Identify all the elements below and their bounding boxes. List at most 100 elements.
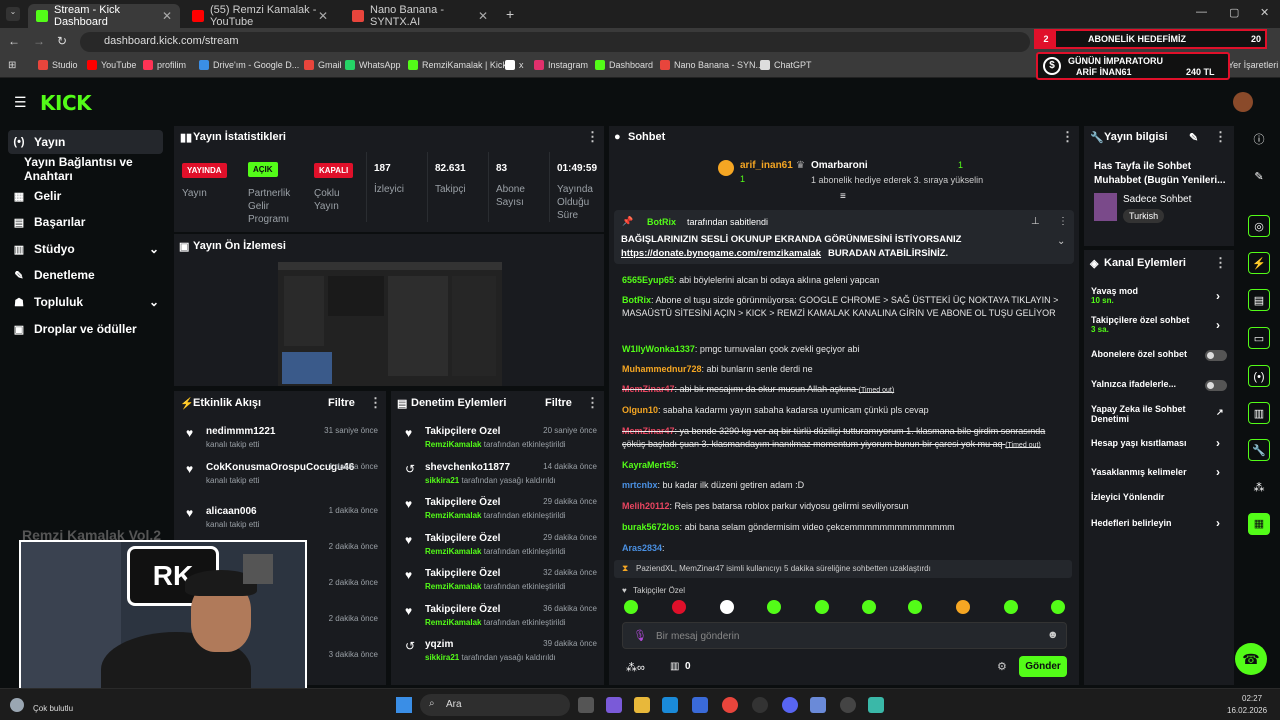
- channel-action-item[interactable]: Yavaş mod 10 sn.: [1091, 286, 1226, 305]
- info-icon[interactable]: ⓘ: [1248, 129, 1270, 151]
- notepad-icon[interactable]: [868, 697, 884, 713]
- pinned-menu-icon[interactable]: ⋮: [1058, 216, 1068, 227]
- bookmark-5[interactable]: WhatsApp: [345, 60, 401, 70]
- extension-tool-icon[interactable]: ▦: [1248, 513, 1270, 535]
- points-tool-icon[interactable]: ⁂: [1248, 477, 1270, 499]
- chat-username[interactable]: Olgun10: [622, 405, 658, 415]
- donate-link[interactable]: https://donate.bynogame.com/remzikamalak: [621, 248, 821, 259]
- channel-points-icon[interactable]: ⁂∞: [626, 661, 645, 674]
- document-tool-icon[interactable]: ▤: [1248, 289, 1270, 311]
- category-name[interactable]: Sadece Sohbet: [1123, 194, 1191, 205]
- moderation-menu-icon[interactable]: ⋮: [586, 395, 599, 411]
- bookmark-7[interactable]: x: [505, 60, 524, 70]
- bookmark-9[interactable]: Dashboard: [595, 60, 653, 70]
- chat-username[interactable]: MemZinar47: [622, 384, 675, 394]
- emote-icon[interactable]: [1004, 600, 1018, 614]
- chat-username[interactable]: burak5672los: [622, 522, 680, 532]
- chat-username[interactable]: Muhammednur728: [622, 364, 702, 374]
- taskbar-search[interactable]: ⌕ Ara: [420, 694, 570, 716]
- channel-actions-menu-icon[interactable]: ⋮: [1214, 255, 1227, 271]
- close-tab-icon[interactable]: ✕: [318, 9, 328, 23]
- bookmark-4[interactable]: Gmail: [304, 60, 342, 70]
- channel-action-item[interactable]: Hedefleri belirleyin: [1091, 518, 1226, 528]
- emote-icon[interactable]: [720, 600, 734, 614]
- tab-syntx[interactable]: Nano Banana - SYNTX.AI ✕: [344, 4, 496, 28]
- stream-preview-video[interactable]: [278, 262, 502, 386]
- wrench-tool-icon[interactable]: 🔧: [1248, 439, 1270, 461]
- sidebar-item-stream-key[interactable]: Yayın Bağlantısı ve Anahtarı: [20, 155, 170, 183]
- chat-username[interactable]: Aras2834: [622, 543, 662, 553]
- bookmark-11[interactable]: ChatGPT: [760, 60, 812, 70]
- chat-username[interactable]: W1llyWonka1337: [622, 344, 695, 354]
- bookmark-3[interactable]: Drive'ım - Google D...: [199, 60, 299, 70]
- moderation-actor[interactable]: sikkira21: [425, 476, 459, 485]
- maximize-button[interactable]: ▢: [1229, 6, 1239, 19]
- sidebar-item-topluluk[interactable]: ☗ Topluluk ⌄: [8, 290, 163, 314]
- discord-icon[interactable]: [782, 697, 798, 713]
- channel-action-item[interactable]: Takipçilere özel sohbet 3 sa.: [1091, 315, 1226, 334]
- task-view-icon[interactable]: [578, 697, 594, 713]
- stats-menu-icon[interactable]: ⋮: [586, 129, 599, 145]
- url-input[interactable]: dashboard.kick.com/stream: [80, 32, 1030, 52]
- emote-icon[interactable]: [956, 600, 970, 614]
- store-icon[interactable]: [692, 697, 708, 713]
- windows-start-icon[interactable]: [396, 697, 412, 713]
- emote-icon[interactable]: [672, 600, 686, 614]
- edit-pencil-icon[interactable]: ✎: [1189, 131, 1198, 144]
- sidebar-item-basarilar[interactable]: ▤ Başarılar: [8, 210, 163, 234]
- gift-leader-name[interactable]: Omarbaroni: [811, 160, 868, 171]
- tab-youtube[interactable]: (55) Remzi Kamalak - YouTube ✕: [184, 4, 336, 28]
- external-link-icon[interactable]: ↗: [1216, 407, 1224, 418]
- chat-settings-gear-icon[interactable]: ⚙: [997, 660, 1007, 673]
- chat-username[interactable]: Melih20112: [622, 501, 670, 511]
- pin-collapse-icon[interactable]: ≡: [840, 191, 846, 202]
- back-icon[interactable]: ←: [8, 34, 20, 48]
- chevron-right-icon[interactable]: ›: [1216, 289, 1220, 303]
- top-gifter-name[interactable]: arif_inan61: [740, 160, 793, 171]
- reload-icon[interactable]: ↻: [57, 34, 67, 48]
- activity-user[interactable]: alicaan006: [206, 506, 257, 517]
- channel-action-item[interactable]: İzleyici Yönlendir: [1091, 492, 1226, 502]
- chevron-right-icon[interactable]: ›: [1216, 318, 1220, 332]
- chrome-icon[interactable]: [722, 697, 738, 713]
- chevron-right-icon[interactable]: ›: [1216, 465, 1220, 479]
- minimize-button[interactable]: —: [1196, 6, 1207, 18]
- activity-filter-button[interactable]: Filtre: [328, 397, 355, 409]
- info-menu-icon[interactable]: ⋮: [1214, 129, 1227, 145]
- chevron-down-icon[interactable]: ⌄: [1057, 236, 1065, 247]
- emote-icon[interactable]: [624, 600, 638, 614]
- other-bookmarks[interactable]: Yer İşaretleri: [1228, 60, 1278, 70]
- moderation-actor[interactable]: RemziKamalak: [425, 618, 481, 627]
- support-chat-icon[interactable]: ☎: [1235, 643, 1267, 675]
- close-tab-icon[interactable]: ✕: [478, 9, 488, 23]
- sidebar-item-yayin[interactable]: (•) Yayın: [8, 130, 163, 154]
- unpin-icon[interactable]: ⊥: [1031, 216, 1040, 227]
- chat-username[interactable]: BotRix: [622, 295, 651, 305]
- chevron-right-icon[interactable]: ›: [1216, 436, 1220, 450]
- target-tool-icon[interactable]: ◎: [1248, 215, 1270, 237]
- tab-kick-dashboard[interactable]: Stream - Kick Dashboard ✕: [28, 4, 180, 28]
- language-tag[interactable]: Turkish: [1123, 209, 1165, 223]
- moderation-actor[interactable]: sikkira21: [425, 653, 459, 662]
- pencil-icon[interactable]: ✎: [1248, 166, 1270, 188]
- bookmark-0[interactable]: Studio: [38, 60, 78, 70]
- chat-username[interactable]: mrtcnbx: [622, 480, 658, 490]
- forward-icon[interactable]: →: [33, 34, 45, 48]
- moderation-filter-button[interactable]: Filtre: [545, 397, 572, 409]
- channel-action-item[interactable]: Yasaklanmış kelimeler: [1091, 467, 1226, 477]
- bookmark-6[interactable]: RemziKamalak | Kick: [408, 60, 507, 70]
- toggle-switch[interactable]: [1205, 350, 1227, 361]
- chat-tool-icon[interactable]: ▭: [1248, 327, 1270, 349]
- media-player-icon[interactable]: [840, 697, 856, 713]
- sidebar-item-studyo[interactable]: ▥ Stüdyo ⌄: [8, 237, 163, 261]
- sidebar-item-droplar[interactable]: ▣ Droplar ve ödüller: [8, 317, 163, 341]
- sidebar-item-gelir[interactable]: ▦ Gelir: [8, 184, 163, 208]
- bookmark-8[interactable]: Instagram: [534, 60, 588, 70]
- bookmark-1[interactable]: YouTube: [87, 60, 136, 70]
- lightning-tool-icon[interactable]: ⚡: [1248, 252, 1270, 274]
- emote-icon[interactable]: [908, 600, 922, 614]
- chat-username[interactable]: MemZinar47: [622, 426, 675, 436]
- close-tab-icon[interactable]: ✕: [162, 9, 172, 23]
- obs-icon[interactable]: [752, 697, 768, 713]
- chevron-right-icon[interactable]: ›: [1216, 516, 1220, 530]
